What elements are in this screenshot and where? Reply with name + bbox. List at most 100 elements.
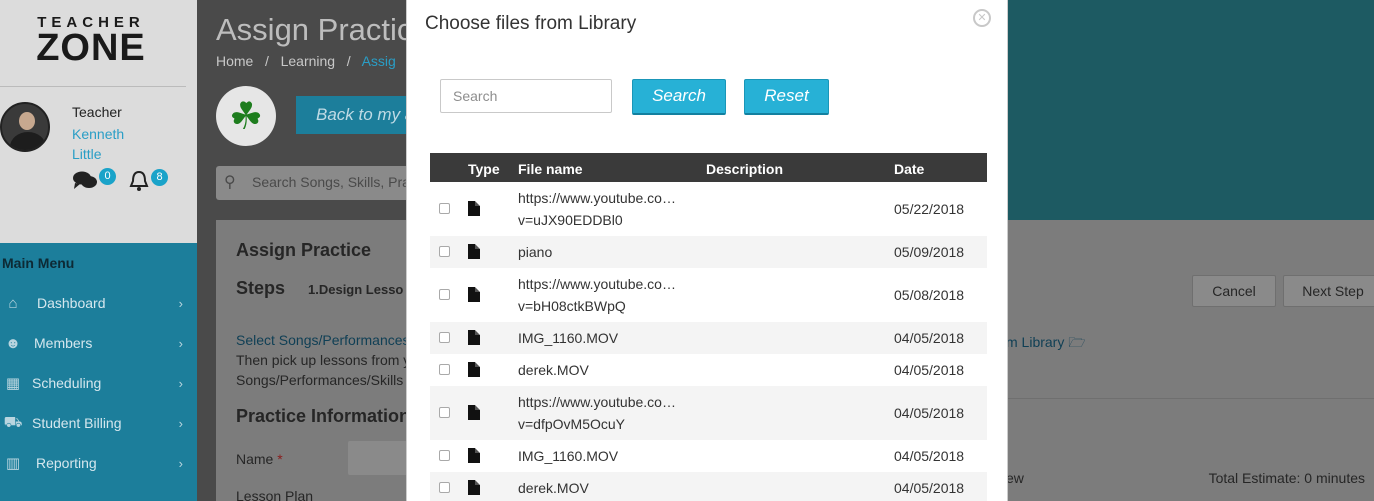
menu-item-label: Reporting [36, 455, 97, 471]
name-label: Name * [236, 451, 283, 467]
file-icon [468, 480, 480, 495]
cart-icon: ⛟ [3, 413, 23, 431]
row-checkbox[interactable] [439, 407, 450, 418]
user-name-link[interactable]: Kenneth Little [72, 124, 152, 164]
preview-label: ew [1006, 470, 1024, 486]
file-icon [468, 201, 480, 216]
menu-item-dashboard[interactable]: ⌂ Dashboard › [0, 283, 197, 323]
avatar-head [19, 112, 35, 130]
chevron-right-icon: › [178, 295, 183, 311]
file-name: https://www.youtube.co… v=uJX90EDDBl0 [518, 190, 676, 228]
menu-item-reporting[interactable]: ▥ Reporting › [0, 443, 197, 483]
search-icon: ⚲ [224, 174, 236, 191]
table-row[interactable]: IMG_1160.MOV 04/05/2018 [430, 322, 987, 354]
table-row[interactable]: https://www.youtube.co… v=uJX90EDDBl0 05/… [430, 182, 987, 236]
breadcrumb-current: Assig [361, 53, 396, 69]
table-row[interactable]: derek.MOV 04/05/2018 [430, 472, 987, 501]
table-row[interactable]: IMG_1160.MOV 04/05/2018 [430, 440, 987, 472]
messages-badge: 0 [99, 167, 116, 185]
reset-button[interactable]: Reset [744, 79, 829, 115]
file-icon [468, 362, 480, 377]
chevron-right-icon: › [178, 455, 183, 471]
table-row[interactable]: piano 05/09/2018 [430, 236, 987, 268]
row-checkbox[interactable] [439, 364, 450, 375]
file-date: 04/05/2018 [894, 405, 965, 421]
menu-item-scheduling[interactable]: ▦ Scheduling › [0, 363, 197, 403]
practice-information-heading: Practice Information [236, 406, 411, 426]
notifications-button[interactable]: 8 [128, 168, 168, 192]
page-title: Assign Practic [216, 12, 413, 47]
menu-item-members[interactable]: ☻ Members › [0, 323, 197, 363]
file-icon [468, 244, 480, 259]
row-checkbox[interactable] [439, 203, 450, 214]
file-name: derek.MOV [518, 480, 589, 496]
chat-icon [73, 171, 97, 189]
select-songs-link[interactable]: Select Songs/Performances [236, 332, 410, 348]
sidebar-divider [0, 86, 186, 87]
file-name: piano [518, 244, 553, 260]
column-header-type[interactable]: Type [468, 161, 500, 177]
row-checkbox[interactable] [439, 332, 450, 343]
file-name: derek.MOV [518, 362, 589, 378]
column-header-date[interactable]: Date [894, 161, 924, 177]
library-search-input[interactable] [440, 79, 612, 113]
logo-bottom-text: ZONE [36, 27, 146, 69]
messages-button[interactable]: 0 [72, 167, 116, 190]
notifications-badge: 8 [151, 168, 168, 186]
sidebar: TEACHER ZONE Teacher Kenneth Little 0 8 … [0, 0, 197, 501]
file-icon [468, 330, 480, 345]
file-name: IMG_1160.MOV [518, 448, 619, 464]
file-date: 05/08/2018 [894, 287, 965, 303]
main-search-input[interactable]: ⚲ Search Songs, Skills, Pra [216, 166, 436, 200]
breadcrumb-separator: / [257, 53, 277, 69]
file-name: https://www.youtube.co… v=bH08ctkBWpQ [518, 276, 676, 314]
file-name: https://www.youtube.co… v=dfpOvM5OcuY [518, 394, 676, 432]
required-marker: * [277, 451, 283, 467]
chevron-right-icon: › [178, 415, 183, 431]
column-header-description[interactable]: Description [706, 161, 783, 177]
bar-chart-icon: ▥ [5, 455, 21, 472]
menu-item-label: Student Billing [32, 415, 122, 431]
cancel-button[interactable]: Cancel [1192, 275, 1276, 307]
column-header-file-name[interactable]: File name [518, 161, 583, 177]
row-checkbox[interactable] [439, 289, 450, 300]
table-body: https://www.youtube.co… v=uJX90EDDBl0 05/… [430, 182, 987, 501]
main-menu: Main Menu ⌂ Dashboard › ☻ Members › ▦ Sc… [0, 243, 197, 501]
from-library-label: m Library [1006, 334, 1065, 350]
file-date: 04/05/2018 [894, 362, 965, 378]
search-button[interactable]: Search [632, 79, 726, 115]
file-date: 05/09/2018 [894, 244, 965, 260]
row-checkbox[interactable] [439, 482, 450, 493]
breadcrumb-separator: / [338, 53, 359, 69]
instruction-text: Songs/Performances/Skills [236, 372, 404, 388]
header-banner [1007, 0, 1374, 220]
total-estimate: Total Estimate: 0 minutes [1208, 470, 1365, 486]
menu-item-label: Dashboard [37, 295, 106, 311]
home-icon: ⌂ [8, 294, 18, 312]
modal-title: Choose files from Library [425, 13, 637, 34]
instruction-text: Then pick up lessons from y [236, 352, 411, 368]
users-icon: ☻ [5, 334, 21, 352]
file-date: 04/05/2018 [894, 480, 965, 496]
menu-item-student-billing[interactable]: ⛟ Student Billing › [0, 403, 197, 443]
panel-divider [1006, 398, 1374, 399]
avatar[interactable] [0, 102, 50, 152]
next-step-button[interactable]: Next Step [1283, 275, 1374, 307]
row-checkbox[interactable] [439, 246, 450, 257]
folder-open-icon: 🗁 [1068, 334, 1086, 350]
table-row[interactable]: https://www.youtube.co… v=bH08ctkBWpQ 05/… [430, 268, 987, 322]
teacher-zone-logo[interactable]: TEACHER ZONE [0, 8, 182, 80]
bell-icon [129, 170, 149, 191]
clover-icon: ☘ [216, 86, 276, 146]
steps-label: Steps [236, 278, 286, 298]
avatar-torso [10, 132, 46, 150]
table-row[interactable]: derek.MOV 04/05/2018 [430, 354, 987, 386]
table-row[interactable]: https://www.youtube.co… v=dfpOvM5OcuY 04/… [430, 386, 987, 440]
close-icon[interactable]: ✕ [973, 9, 991, 27]
breadcrumb: Home / Learning / Assig [216, 53, 396, 69]
breadcrumb-home[interactable]: Home [216, 53, 253, 69]
main-search-placeholder: Search Songs, Skills, Pra [252, 174, 410, 190]
from-library-link[interactable]: m Library 🗁 [1006, 332, 1086, 356]
breadcrumb-learning[interactable]: Learning [281, 53, 336, 69]
row-checkbox[interactable] [439, 450, 450, 461]
